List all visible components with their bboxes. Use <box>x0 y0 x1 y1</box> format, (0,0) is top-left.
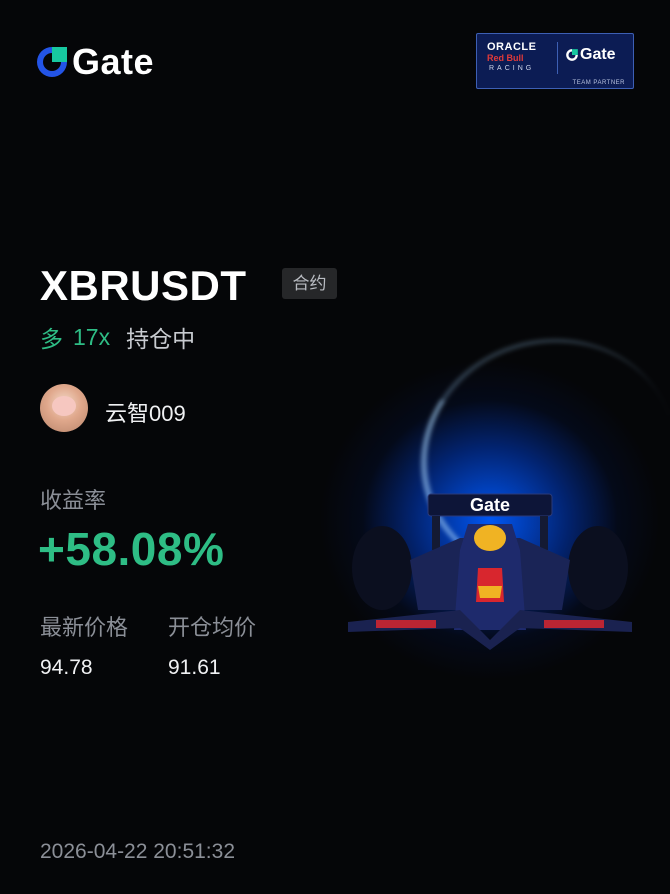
gate-logo-icon <box>37 47 67 77</box>
oracle-text: ORACLE <box>487 41 537 53</box>
partner-gate-logo: Gate <box>565 46 616 64</box>
team-partner-badge: ORACLE Red Bull RACING Gate TEAM PARTNER <box>476 33 634 89</box>
position-status: 持仓中 <box>126 326 196 352</box>
position-info: 多 17x 持仓中 <box>40 320 195 354</box>
share-timestamp: 2026-04-22 20:51:32 <box>40 840 235 863</box>
contract-type-tag: 合约 <box>282 268 337 299</box>
entry-price: 开仓均价 91.61 <box>168 610 256 680</box>
position-leverage: 17x <box>73 323 111 350</box>
avatar <box>40 384 88 432</box>
gate-logo-icon <box>566 49 578 61</box>
avatar-image <box>52 396 76 416</box>
roi-label: 收益率 <box>40 488 107 513</box>
entry-price-value: 91.61 <box>168 656 221 679</box>
racing-text: RACING <box>489 65 535 72</box>
last-price-label: 最新价格 <box>40 615 129 640</box>
redbull-text: Red Bull <box>487 53 524 63</box>
badge-divider <box>557 42 558 74</box>
partner-gate-text: Gate <box>580 46 616 63</box>
last-price: 最新价格 94.78 <box>40 610 128 680</box>
last-price-value: 94.78 <box>40 656 93 679</box>
brand-name: Gate <box>72 41 155 82</box>
car-livery-text: Gate <box>470 495 510 515</box>
entry-price-label: 开仓均价 <box>168 615 257 640</box>
gate-logo: Gate <box>34 44 154 80</box>
team-partner-caption: TEAM PARTNER <box>572 80 625 86</box>
f1-car-illustration: Gate <box>348 493 632 650</box>
username: 云智009 <box>105 401 186 426</box>
position-direction: 多 <box>40 326 63 352</box>
roi-value: +58.08% <box>38 523 225 575</box>
trading-pair-symbol: XBRUSDT <box>40 262 247 309</box>
